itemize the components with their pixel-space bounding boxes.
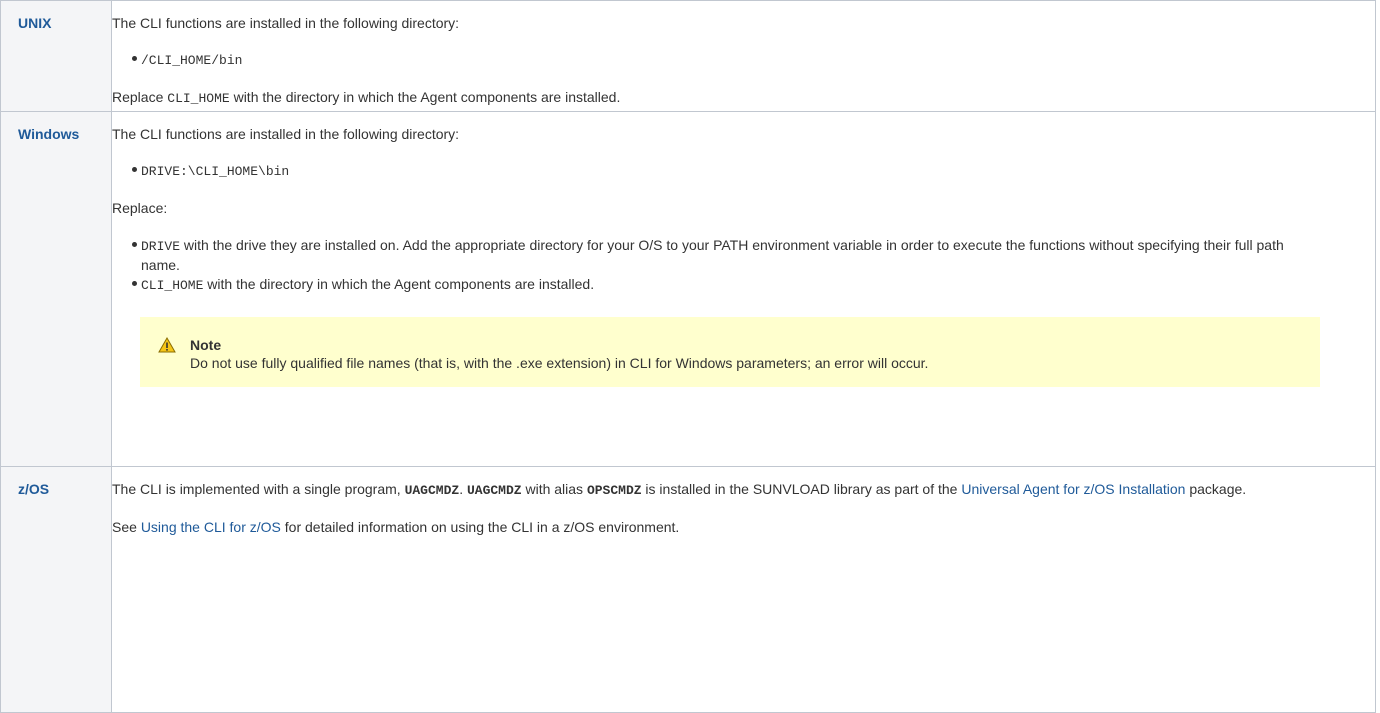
unix-path: /CLI_HOME/bin <box>141 53 243 68</box>
code-drive: DRIVE <box>141 239 181 254</box>
os-label-windows: Windows <box>18 126 80 142</box>
unix-intro: The CLI functions are installed in the f… <box>112 15 460 31</box>
os-label-unix: UNIX <box>18 15 52 31</box>
platform-table: UNIX The CLI functions are installed in … <box>0 0 1376 713</box>
list-item: DRIVE:\CLI_HOME\bin <box>112 161 1375 181</box>
table-row-unix: UNIX The CLI functions are installed in … <box>0 0 1376 112</box>
alias-name: OPSCMDZ <box>586 483 642 498</box>
windows-path-list: DRIVE:\CLI_HOME\bin <box>112 161 1375 181</box>
content-cell: The CLI functions are installed in the f… <box>111 0 1376 112</box>
windows-replace-label: Replace: <box>112 200 168 216</box>
note-panel: Note Do not use fully qualified file nam… <box>140 317 1320 387</box>
note-text: Do not use fully qualified file names (t… <box>190 355 929 371</box>
cli-zos-link[interactable]: Using the CLI for z/OS <box>141 519 281 535</box>
list-item: DRIVE with the drive they are installed … <box>112 236 1292 275</box>
table-row-zos: z/OS The CLI is implemented with a singl… <box>0 466 1376 713</box>
code-cli-home: CLI_HOME <box>141 278 204 293</box>
code-cli-home: CLI_HOME <box>167 91 230 106</box>
os-cell: UNIX <box>0 0 112 112</box>
table-row-windows: Windows The CLI functions are installed … <box>0 111 1376 467</box>
list-item: CLI_HOME with the directory in which the… <box>112 275 1292 295</box>
windows-replace-list: DRIVE with the drive they are installed … <box>112 236 1292 295</box>
note-title: Note <box>190 337 222 353</box>
program-name: UAGCMDZ <box>404 483 460 498</box>
list-item: /CLI_HOME/bin <box>112 50 1375 70</box>
installation-link[interactable]: Universal Agent for z/OS Installation <box>961 481 1185 497</box>
windows-path: DRIVE:\CLI_HOME\bin <box>141 164 290 179</box>
os-cell: z/OS <box>0 466 112 713</box>
zos-see-also: See Using the CLI for z/OS for detailed … <box>112 519 680 535</box>
os-label-zos: z/OS <box>18 481 50 497</box>
program-name: UAGCMDZ <box>466 483 522 498</box>
warning-icon <box>158 337 176 353</box>
content-cell: The CLI functions are installed in the f… <box>111 111 1376 467</box>
content-cell: The CLI is implemented with a single pro… <box>111 466 1376 713</box>
unix-replace-text: Replace CLI_HOME with the directory in w… <box>112 89 621 106</box>
windows-intro: The CLI functions are installed in the f… <box>112 126 460 142</box>
zos-description: The CLI is implemented with a single pro… <box>112 481 1247 498</box>
os-cell: Windows <box>0 111 112 467</box>
unix-path-list: /CLI_HOME/bin <box>112 50 1375 70</box>
